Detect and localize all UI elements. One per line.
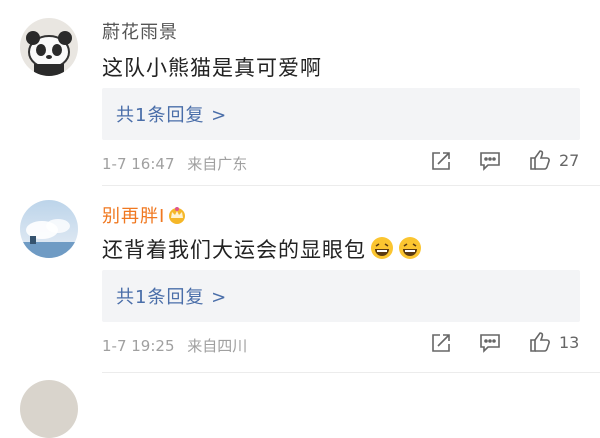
- comment-meta: 1-7 16:47 来自广东: [102, 153, 247, 174]
- like-icon[interactable]: [528, 148, 552, 176]
- like-count: 27: [559, 151, 580, 170]
- timestamp: 1-7 19:25: [102, 337, 175, 355]
- comment-item: 别再胖I 还背着我们大运会的显眼包 共1条回复 > 1-7 19:25 来自四川…: [0, 186, 600, 373]
- laughing-emoji-icon: [370, 236, 394, 265]
- reply-summary-box[interactable]: 共1条回复 >: [102, 270, 580, 322]
- comment-meta: 1-7 19:25 来自四川: [102, 335, 247, 356]
- share-icon[interactable]: [430, 150, 452, 176]
- reply-summary-box[interactable]: 共1条回复 >: [102, 88, 580, 140]
- username[interactable]: 别再胖I: [102, 202, 187, 229]
- comment-icon[interactable]: [478, 150, 502, 176]
- reply-count-link[interactable]: 共1条回复 >: [116, 101, 227, 127]
- avatar[interactable]: [20, 200, 78, 258]
- share-icon[interactable]: [430, 332, 452, 358]
- comment-text: 这队小熊猫是真可爱啊: [102, 56, 322, 80]
- comment-icon[interactable]: [478, 332, 502, 358]
- avatar[interactable]: [20, 18, 78, 76]
- timestamp: 1-7 16:47: [102, 155, 175, 173]
- next-comment-avatar[interactable]: [20, 380, 78, 438]
- comment-text-content: 还背着我们大运会的显眼包: [102, 238, 366, 262]
- like-icon[interactable]: [528, 330, 552, 358]
- laughing-emoji-icon: [398, 236, 422, 265]
- comment-text: 还背着我们大运会的显眼包: [102, 234, 422, 265]
- username[interactable]: 蔚花雨景: [102, 18, 178, 44]
- location: 来自四川: [187, 337, 248, 355]
- crown-icon: [167, 206, 187, 229]
- comment-item: 蔚花雨景 这队小熊猫是真可爱啊 共1条回复 > 1-7 16:47 来自广东 2…: [0, 0, 600, 186]
- like-count: 13: [559, 333, 580, 352]
- username-text: 别再胖I: [102, 206, 166, 227]
- reply-count-link[interactable]: 共1条回复 >: [116, 283, 227, 309]
- divider: [102, 372, 600, 373]
- location: 来自广东: [187, 155, 248, 173]
